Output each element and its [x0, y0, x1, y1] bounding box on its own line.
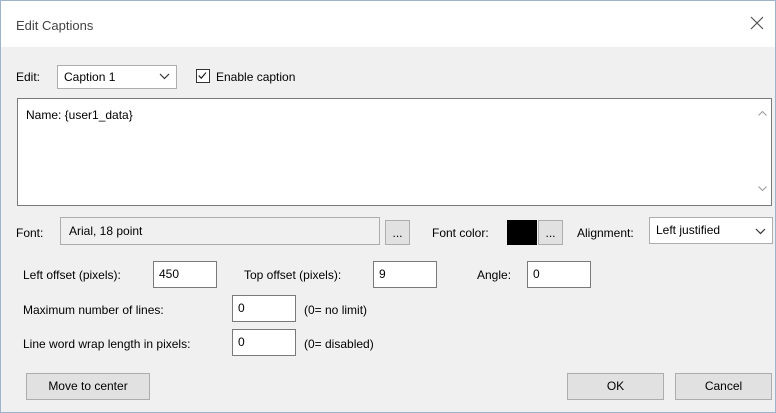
font-label: Font: [16, 226, 44, 240]
max-lines-label: Maximum number of lines: [23, 303, 164, 317]
font-color-swatch[interactable] [507, 220, 537, 245]
title-bar: Edit Captions [1, 1, 775, 47]
font-value: Arial, 18 point [69, 224, 143, 238]
edit-captions-dialog: Edit Captions Edit: Caption 1 Enable cap… [0, 0, 776, 413]
ok-button[interactable]: OK [567, 373, 664, 400]
max-lines-note: (0= no limit) [304, 303, 368, 317]
chevron-down-icon [755, 228, 766, 235]
font-display: Arial, 18 point [60, 217, 380, 245]
wrap-length-input[interactable]: 0 [232, 329, 296, 356]
edit-label: Edit: [16, 70, 41, 84]
wrap-length-label: Line word wrap length in pixels: [23, 337, 191, 351]
dialog-title: Edit Captions [16, 18, 94, 33]
checkmark-icon [198, 72, 207, 79]
max-lines-input[interactable]: 0 [232, 295, 296, 322]
top-offset-label: Top offset (pixels): [244, 268, 342, 282]
text-scrollbar[interactable] [754, 99, 771, 205]
angle-label: Angle: [477, 268, 512, 282]
caption-select-value: Caption 1 [64, 70, 116, 84]
move-to-center-button[interactable]: Move to center [26, 373, 150, 400]
alignment-value: Left justified [656, 223, 721, 237]
chevron-down-icon [159, 73, 170, 80]
caption-text: Name: {user1_data} [26, 108, 133, 122]
font-browse-button[interactable]: ... [385, 220, 410, 245]
left-offset-label: Left offset (pixels): [23, 268, 121, 282]
font-color-label: Font color: [432, 226, 489, 240]
angle-input[interactable]: 0 [527, 261, 591, 288]
caption-text-area[interactable]: Name: {user1_data} [17, 98, 772, 206]
wrap-length-note: (0= disabled) [304, 337, 374, 351]
enable-caption-label[interactable]: Enable caption [216, 70, 295, 84]
left-offset-input[interactable]: 450 [153, 261, 217, 288]
scroll-down-icon[interactable] [758, 186, 767, 191]
caption-select[interactable]: Caption 1 [57, 65, 177, 89]
enable-caption-checkbox[interactable] [196, 69, 210, 83]
cancel-button[interactable]: Cancel [675, 373, 772, 400]
alignment-select[interactable]: Left justified [649, 217, 773, 244]
alignment-label: Alignment: [577, 226, 634, 240]
font-color-browse-button[interactable]: ... [538, 220, 563, 245]
top-offset-input[interactable]: 9 [373, 261, 437, 288]
scroll-up-icon[interactable] [758, 111, 767, 116]
close-icon[interactable] [745, 11, 769, 35]
